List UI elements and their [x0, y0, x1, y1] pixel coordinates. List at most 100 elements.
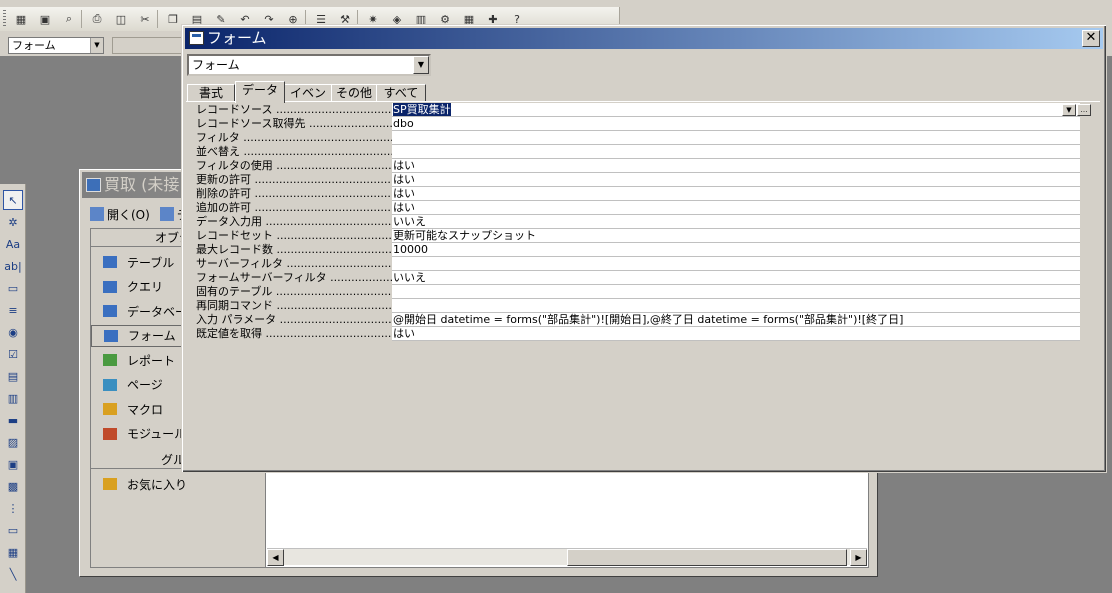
property-sheet-window[interactable]: フォーム ✕ フォーム ▼ 書式データイベントその他すべて レコードソース ..… — [181, 24, 1107, 473]
property-row[interactable]: フィルタ ...................................… — [186, 131, 1100, 145]
copy-icon[interactable]: ❐ — [164, 10, 182, 28]
property-value-field[interactable] — [392, 257, 1080, 271]
unbound-frame-icon[interactable]: ▣ — [3, 454, 23, 474]
select-icon[interactable]: ↖ — [3, 190, 23, 210]
chevron-down-icon[interactable]: ▼ — [90, 38, 103, 53]
property-name: 追加の許可 ..................................… — [196, 201, 392, 215]
chevron-down-icon[interactable]: ▼ — [1062, 104, 1076, 116]
print-icon[interactable]: ⎙ — [88, 10, 106, 28]
property-name-text: 既定値を取得 — [196, 327, 262, 340]
view-icon[interactable]: ▦ — [12, 10, 30, 28]
save-icon[interactable]: ▣ — [36, 10, 54, 28]
tab-control-icon[interactable]: ▭ — [3, 520, 23, 540]
preview-icon[interactable]: ◫ — [112, 10, 130, 28]
property-name: 既定値を取得 .................................… — [196, 327, 392, 341]
cut-icon[interactable]: ✂ — [136, 10, 154, 28]
property-value-field[interactable] — [392, 299, 1080, 313]
property-name: 固有のテーブル ................................… — [196, 285, 392, 299]
property-value-field[interactable]: @開始日 datetime = forms("部品集計")![開始日],@終了日… — [392, 313, 1080, 327]
tab-2[interactable]: イベント — [284, 84, 332, 117]
object-selector[interactable]: フォーム ▼ — [187, 54, 431, 76]
property-name: 再同期コマンド ................................… — [196, 299, 392, 313]
open-button[interactable]: 開く(O) — [90, 204, 150, 224]
property-value: はい — [393, 327, 415, 340]
label-icon[interactable]: Aa — [3, 234, 23, 254]
open-icon — [90, 207, 104, 221]
property-row[interactable]: 最大レコード数 ................................… — [186, 243, 1100, 257]
close-button[interactable]: ✕ — [1082, 30, 1100, 47]
object-type-label: マクロ — [127, 402, 164, 417]
property-value-field[interactable]: いいえ — [392, 215, 1080, 229]
search-icon[interactable]: ⌕ — [60, 10, 78, 28]
property-name-text: レコードセット — [196, 229, 273, 242]
property-row[interactable]: データ入力用 .................................… — [186, 215, 1100, 229]
combobox-icon[interactable]: ▤ — [3, 366, 23, 386]
object-type-label: クエリ — [127, 280, 164, 294]
tab-1[interactable]: データ — [235, 81, 285, 103]
property-name: フィルタ ...................................… — [196, 131, 392, 145]
scrollbar-thumb[interactable] — [567, 549, 847, 566]
property-name-text: サーバーフィルタ — [196, 257, 284, 270]
property-row[interactable]: レコードセット ................................… — [186, 229, 1100, 243]
property-value-field[interactable]: いいえ — [392, 271, 1080, 285]
group-item-favorites[interactable]: お気に入り — [91, 473, 267, 495]
property-row[interactable]: 追加の許可 ..................................… — [186, 201, 1100, 215]
toolbar-grip[interactable] — [3, 10, 6, 28]
property-value-field[interactable]: はい — [392, 327, 1080, 341]
property-row[interactable]: 固有のテーブル ................................… — [186, 285, 1100, 299]
property-row[interactable]: レコードソース取得先 .............................… — [186, 117, 1100, 131]
property-row[interactable]: レコードソース ................................… — [186, 103, 1100, 117]
property-row[interactable]: フィルタの使用 ................................… — [186, 159, 1100, 173]
tab-3[interactable]: その他 — [331, 84, 377, 102]
listbox-icon[interactable]: ▥ — [3, 388, 23, 408]
chevron-down-icon[interactable]: ▼ — [413, 56, 429, 74]
property-value-field[interactable]: 10000 — [392, 243, 1080, 257]
property-row[interactable]: 削除の許可 ..................................… — [186, 187, 1100, 201]
property-row[interactable]: 既定値を取得 .................................… — [186, 327, 1100, 341]
property-row[interactable]: 更新の許可 ..................................… — [186, 173, 1100, 187]
bound-frame-icon[interactable]: ▩ — [3, 476, 23, 496]
property-row[interactable]: 入力 パラメータ ...............................… — [186, 313, 1100, 327]
leader-dots: ........................................… — [276, 159, 392, 172]
property-value-field[interactable]: はい — [392, 187, 1080, 201]
property-sheet-title[interactable]: フォーム ✕ — [185, 28, 1103, 49]
property-row[interactable]: フォームサーバーフィルタ ...........................… — [186, 271, 1100, 285]
wizard-icon[interactable]: ✲ — [3, 212, 23, 232]
checkbox-icon[interactable]: ☑ — [3, 344, 23, 364]
property-value-field[interactable]: SP買取集計 — [392, 103, 1080, 117]
property-value-field[interactable]: はい — [392, 173, 1080, 187]
property-value-field[interactable]: はい — [392, 201, 1080, 215]
line-icon[interactable]: ╲ — [3, 564, 23, 584]
property-value-field[interactable]: はい — [392, 159, 1080, 173]
leader-dots: ........................................… — [276, 243, 392, 256]
properties-icon — [189, 31, 204, 45]
subform-icon[interactable]: ▦ — [3, 542, 23, 562]
property-row[interactable]: 並べ替え ...................................… — [186, 145, 1100, 159]
leader-dots: ........................................… — [254, 173, 392, 186]
textbox-icon[interactable]: ab| — [3, 256, 23, 276]
command-button-icon[interactable]: ▬ — [3, 410, 23, 430]
tab-4[interactable]: すべて — [376, 84, 426, 102]
property-value-field[interactable]: 更新可能なスナップショット — [392, 229, 1080, 243]
property-row[interactable]: 再同期コマンド ................................… — [186, 299, 1100, 313]
property-value-field[interactable]: dbo — [392, 117, 1080, 131]
tab-0[interactable]: 書式 — [187, 84, 235, 102]
property-value-field[interactable] — [392, 145, 1080, 159]
page-break-icon[interactable]: ⋮ — [3, 498, 23, 518]
property-value-field[interactable] — [392, 131, 1080, 145]
option-icon[interactable]: ◉ — [3, 322, 23, 342]
font-combo[interactable] — [112, 37, 186, 54]
horizontal-scrollbar[interactable]: ◀ ▶ — [267, 548, 867, 566]
property-name: 更新の許可 ..................................… — [196, 173, 392, 187]
property-row[interactable]: サーバーフィルタ ...............................… — [186, 257, 1100, 271]
toggle-icon[interactable]: ≡ — [3, 300, 23, 320]
scroll-left-icon[interactable]: ◀ — [267, 549, 284, 566]
image-icon[interactable]: ▨ — [3, 432, 23, 452]
build-button[interactable]: … — [1077, 104, 1091, 116]
option-group-icon[interactable]: ▭ — [3, 278, 23, 298]
property-value: いいえ — [393, 271, 426, 284]
object-combo[interactable]: フォーム ▼ — [8, 37, 104, 54]
property-value-field[interactable] — [392, 285, 1080, 299]
object-type-label: モジュール — [127, 427, 187, 441]
scroll-right-icon[interactable]: ▶ — [850, 549, 867, 566]
